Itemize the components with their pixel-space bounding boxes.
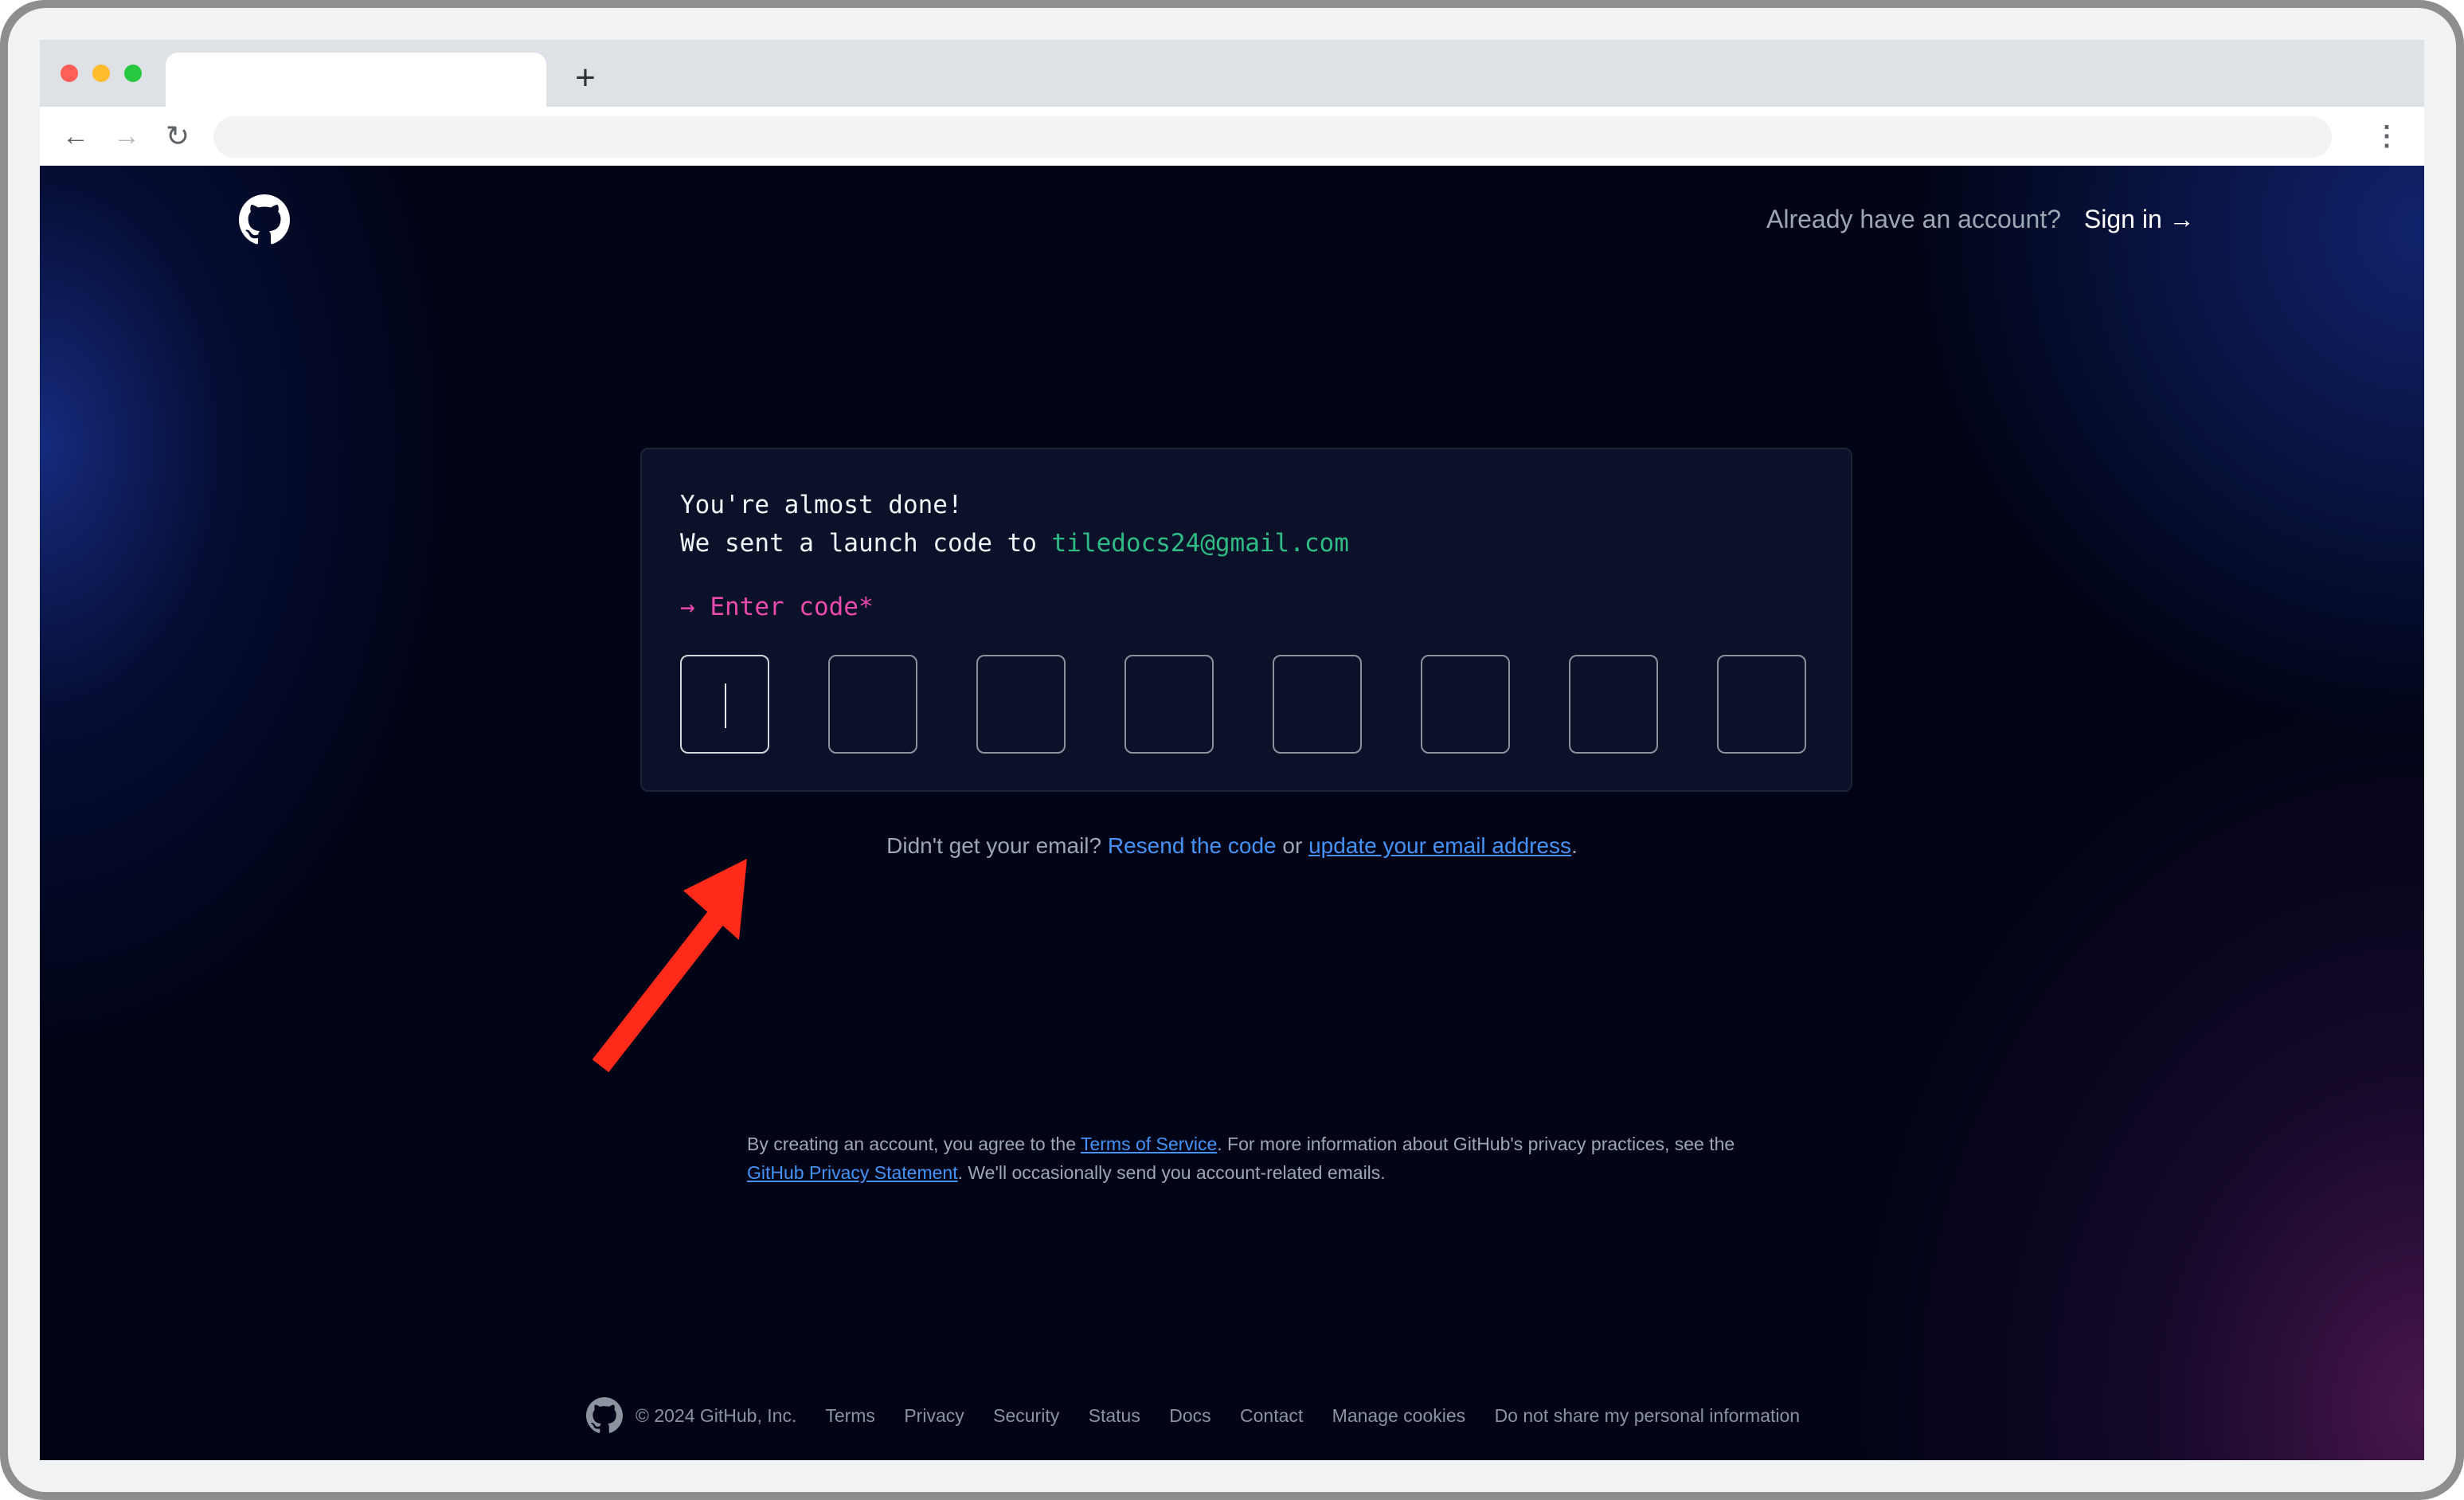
enter-code-label: → Enter code* bbox=[680, 593, 874, 621]
legal-part3: . We'll occasionally send you account-re… bbox=[957, 1162, 1386, 1183]
browser-toolbar: ← → ↻ ⋮ bbox=[40, 107, 2424, 167]
new-tab-button[interactable]: + bbox=[565, 56, 605, 100]
help-or: or bbox=[1276, 833, 1309, 858]
tab-bar: + bbox=[40, 40, 2424, 107]
legal-notice: By creating an account, you agree to the… bbox=[747, 1130, 1782, 1187]
active-tab[interactable] bbox=[166, 53, 546, 107]
maximize-window-button[interactable] bbox=[124, 65, 142, 82]
sent-code-text: We sent a launch code to tiledocs24@gmai… bbox=[680, 529, 1349, 558]
address-bar[interactable] bbox=[213, 116, 2332, 158]
help-prefix: Didn't get your email? bbox=[886, 833, 1108, 858]
footer-link-privacy[interactable]: Privacy bbox=[904, 1405, 964, 1426]
footer-links: © 2024 GitHub, Inc. Terms Privacy Securi… bbox=[636, 1396, 1824, 1435]
code-digit-input-8[interactable] bbox=[1717, 655, 1806, 754]
help-suffix: . bbox=[1571, 833, 1578, 858]
footer-link-docs[interactable]: Docs bbox=[1169, 1405, 1210, 1426]
signup-verify-page: Already have an account? Sign in → You'r… bbox=[40, 166, 2424, 1460]
github-logo-icon[interactable] bbox=[239, 194, 290, 245]
red-arrow-icon bbox=[592, 859, 747, 1072]
text-caret bbox=[725, 683, 726, 728]
terms-of-service-link[interactable]: Terms of Service bbox=[1081, 1134, 1217, 1154]
footer-link-status[interactable]: Status bbox=[1089, 1405, 1140, 1426]
code-digit-input-2[interactable] bbox=[828, 655, 917, 754]
code-digit-input-6[interactable] bbox=[1421, 655, 1510, 754]
reload-button[interactable]: ↻ bbox=[158, 116, 198, 156]
footer-copyright: © 2024 GitHub, Inc. bbox=[636, 1405, 797, 1426]
verification-card: You're almost done! We sent a launch cod… bbox=[640, 448, 1852, 792]
footer-link-security[interactable]: Security bbox=[993, 1405, 1059, 1426]
code-digit-input-3[interactable] bbox=[976, 655, 1066, 754]
resend-code-link[interactable]: Resend the code bbox=[1108, 833, 1277, 858]
sent-code-prefix: We sent a launch code to bbox=[680, 529, 1052, 558]
legal-part2: . For more information about GitHub's pr… bbox=[1217, 1134, 1735, 1154]
code-digit-input-5[interactable] bbox=[1273, 655, 1362, 754]
close-window-button[interactable] bbox=[61, 65, 78, 82]
browser-window: + ← → ↻ ⋮ Already have an account? Sign … bbox=[40, 40, 2424, 1460]
code-digit-input-7[interactable] bbox=[1569, 655, 1658, 754]
sign-in-link[interactable]: Sign in → bbox=[2084, 205, 2195, 233]
update-email-link[interactable]: update your email address bbox=[1308, 833, 1571, 858]
footer-link-terms[interactable]: Terms bbox=[825, 1405, 875, 1426]
footer-link-do-not-share[interactable]: Do not share my personal information bbox=[1495, 1405, 1801, 1426]
almost-done-text: You're almost done! bbox=[680, 491, 963, 519]
footer-link-manage-cookies[interactable]: Manage cookies bbox=[1332, 1405, 1466, 1426]
code-digit-input-4[interactable] bbox=[1124, 655, 1214, 754]
code-digit-input-1[interactable] bbox=[680, 655, 769, 754]
minimize-window-button[interactable] bbox=[92, 65, 110, 82]
privacy-statement-link[interactable]: GitHub Privacy Statement bbox=[747, 1162, 958, 1183]
github-logo-icon[interactable] bbox=[586, 1397, 623, 1434]
resend-help-text: Didn't get your email? Resend the code o… bbox=[40, 833, 2424, 859]
footer-link-contact[interactable]: Contact bbox=[1240, 1405, 1303, 1426]
signin-prompt: Already have an account? Sign in → bbox=[1766, 199, 2195, 239]
forward-button[interactable]: → bbox=[107, 116, 147, 156]
recipient-email: tiledocs24@gmail.com bbox=[1051, 529, 1349, 558]
browser-menu-button[interactable]: ⋮ bbox=[2373, 116, 2400, 156]
legal-part1: By creating an account, you agree to the bbox=[747, 1134, 1081, 1154]
already-have-account-text: Already have an account? bbox=[1766, 205, 2062, 233]
device-frame: + ← → ↻ ⋮ Already have an account? Sign … bbox=[0, 0, 2464, 1500]
back-button[interactable]: ← bbox=[56, 116, 96, 156]
